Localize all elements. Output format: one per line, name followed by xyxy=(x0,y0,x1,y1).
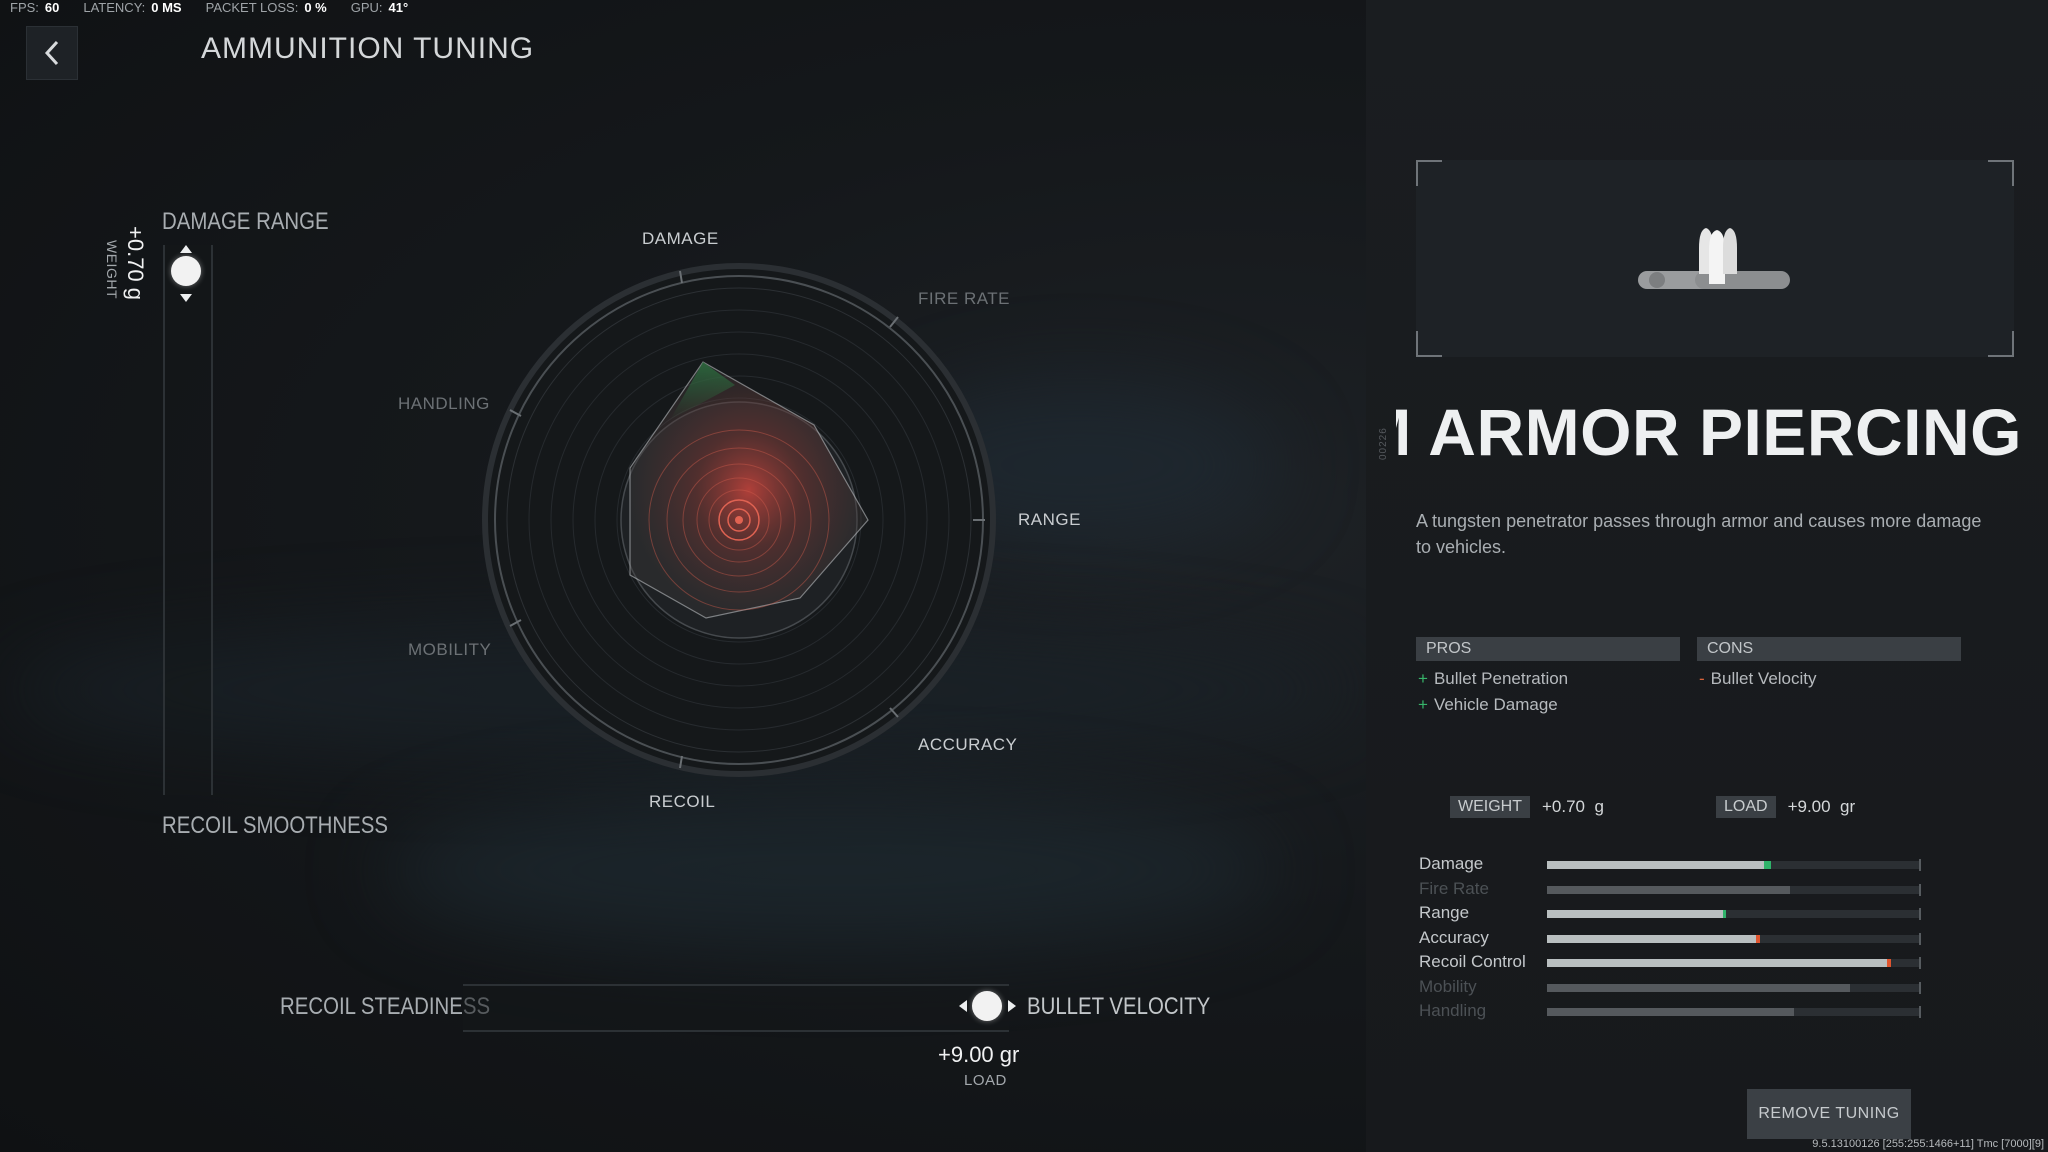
stat-bar-fill xyxy=(1547,934,1757,943)
cons-section: CONS - Bullet Velocity xyxy=(1697,637,1961,695)
radar-label-range: RANGE xyxy=(1018,510,1081,529)
background-blur xyxy=(380,790,1280,950)
stat-bar-fill xyxy=(1547,885,1791,894)
stat-bar-fill xyxy=(1547,861,1764,869)
gpu-value: 41° xyxy=(388,0,409,15)
weight-slider-handle[interactable] xyxy=(171,256,201,286)
load-summary-value: +9.00 gr xyxy=(1787,797,1856,816)
stat-bar-delta xyxy=(1756,934,1761,943)
latency-label: LATENCY: xyxy=(83,0,146,15)
stat-bar-fill xyxy=(1547,910,1723,918)
stat-bar-end xyxy=(1919,932,1921,945)
stat-bars xyxy=(1547,852,1921,1032)
stat-bar-fill xyxy=(1547,1008,1794,1016)
packet-loss-value: 0 % xyxy=(304,0,327,15)
stat-bar-end xyxy=(1919,981,1921,994)
weight-unit-label: WEIGHT xyxy=(104,240,120,299)
load-value: +9.00 gr xyxy=(938,1042,1020,1067)
stat-bar-delta xyxy=(1763,861,1772,869)
chevron-left-icon xyxy=(44,40,59,66)
slider-up-arrow-icon[interactable] xyxy=(179,241,193,253)
radar-label-damage: DAMAGE xyxy=(642,229,719,248)
stat-bar xyxy=(1547,908,1921,920)
back-button[interactable] xyxy=(26,26,78,80)
page-title: AMMUNITION TUNING xyxy=(201,32,535,65)
stat-bar-end xyxy=(1919,1006,1921,1018)
recoil-steadiness-label: RECOIL STEADINESS xyxy=(280,993,491,1020)
stat-bar xyxy=(1547,883,1921,896)
stat-bar xyxy=(1547,859,1921,871)
stat-bar xyxy=(1547,1006,1921,1018)
radar-label-accuracy: ACCURACY xyxy=(918,735,1018,754)
radar-label-recoil: RECOIL xyxy=(649,792,716,811)
slider-right-arrow-icon[interactable] xyxy=(1007,999,1017,1013)
slider-down-arrow-icon[interactable] xyxy=(179,290,193,302)
radar-chart xyxy=(482,263,996,777)
stat-bar xyxy=(1547,981,1921,994)
damage-range-label: DAMAGE RANGE xyxy=(162,208,329,235)
stat-bar-end xyxy=(1919,859,1921,871)
stat-bar-end xyxy=(1919,957,1921,969)
radar-label-mobility: MOBILITY xyxy=(408,640,492,659)
stat-bar-delta xyxy=(1722,910,1726,918)
stat-bar xyxy=(1547,957,1921,969)
pros-header: PROS xyxy=(1416,637,1680,661)
bullet-icon xyxy=(1638,228,1790,289)
con-item: - Bullet Velocity xyxy=(1699,669,1817,688)
recoil-smoothness-label: RECOIL SMOOTHNESS xyxy=(162,812,388,839)
stat-bar-fill xyxy=(1547,959,1888,967)
slider-left-arrow-icon[interactable] xyxy=(958,999,968,1013)
ammo-name: 9MM ARMOR PIERCING xyxy=(1396,395,2022,469)
load-summary: LOAD +9.00 gr xyxy=(1716,796,1855,818)
performance-stats-bar: FPS: 60 LATENCY: 0 MS PACKET LOSS: 0 % GPU:… xyxy=(10,0,424,18)
pros-section: PROS + Bullet Penetration + Vehicle Damage xyxy=(1416,637,1680,721)
pro-item: + Vehicle Damage xyxy=(1418,695,1558,714)
radar-label-fire-rate: FIRE RATE xyxy=(918,289,1011,308)
fps-value: 60 xyxy=(44,0,60,15)
weight-tag: WEIGHT xyxy=(1450,796,1530,818)
gpu-label: GPU: xyxy=(350,0,383,15)
load-tag: LOAD xyxy=(1716,796,1776,818)
stat-bar-fill xyxy=(1547,983,1850,992)
load-unit-label: LOAD xyxy=(964,1072,1007,1089)
stat-bar-delta xyxy=(1887,959,1892,967)
cons-header: CONS xyxy=(1697,637,1961,661)
bullet-velocity-label: BULLET VELOCITY xyxy=(1027,993,1211,1020)
weight-summary-value: +0.70 g xyxy=(1542,797,1604,816)
load-slider-track[interactable] xyxy=(463,984,1009,1032)
ammo-preview xyxy=(1416,160,2014,357)
load-slider-handle[interactable] xyxy=(972,991,1002,1021)
weight-value: +0.70 g xyxy=(123,226,148,301)
packet-loss-label: PACKET LOSS: xyxy=(205,0,299,15)
radar-label-handling: HANDLING xyxy=(398,394,490,413)
stat-bar-end xyxy=(1919,908,1921,920)
weight-summary: WEIGHT +0.70 g xyxy=(1450,796,1604,818)
ammo-code: 00226 xyxy=(1378,427,1389,460)
pro-item: + Bullet Penetration xyxy=(1418,669,1569,688)
ammo-name-clip: 9MM ARMOR PIERCING xyxy=(1396,380,2026,480)
stat-bar-end xyxy=(1919,883,1921,896)
weight-slider-track[interactable] xyxy=(163,245,213,795)
stat-bar xyxy=(1547,932,1921,945)
ammo-description: A tungsten penetrator passes through arm… xyxy=(1416,511,1982,557)
remove-tuning-button[interactable]: REMOVE TUNING xyxy=(1747,1089,1911,1139)
version-string: 9.5.13100126 [255:255:1466+11] Tmc [7000… xyxy=(1812,1138,2044,1150)
fps-label: FPS: xyxy=(10,0,39,15)
latency-value: 0 MS xyxy=(151,0,182,15)
